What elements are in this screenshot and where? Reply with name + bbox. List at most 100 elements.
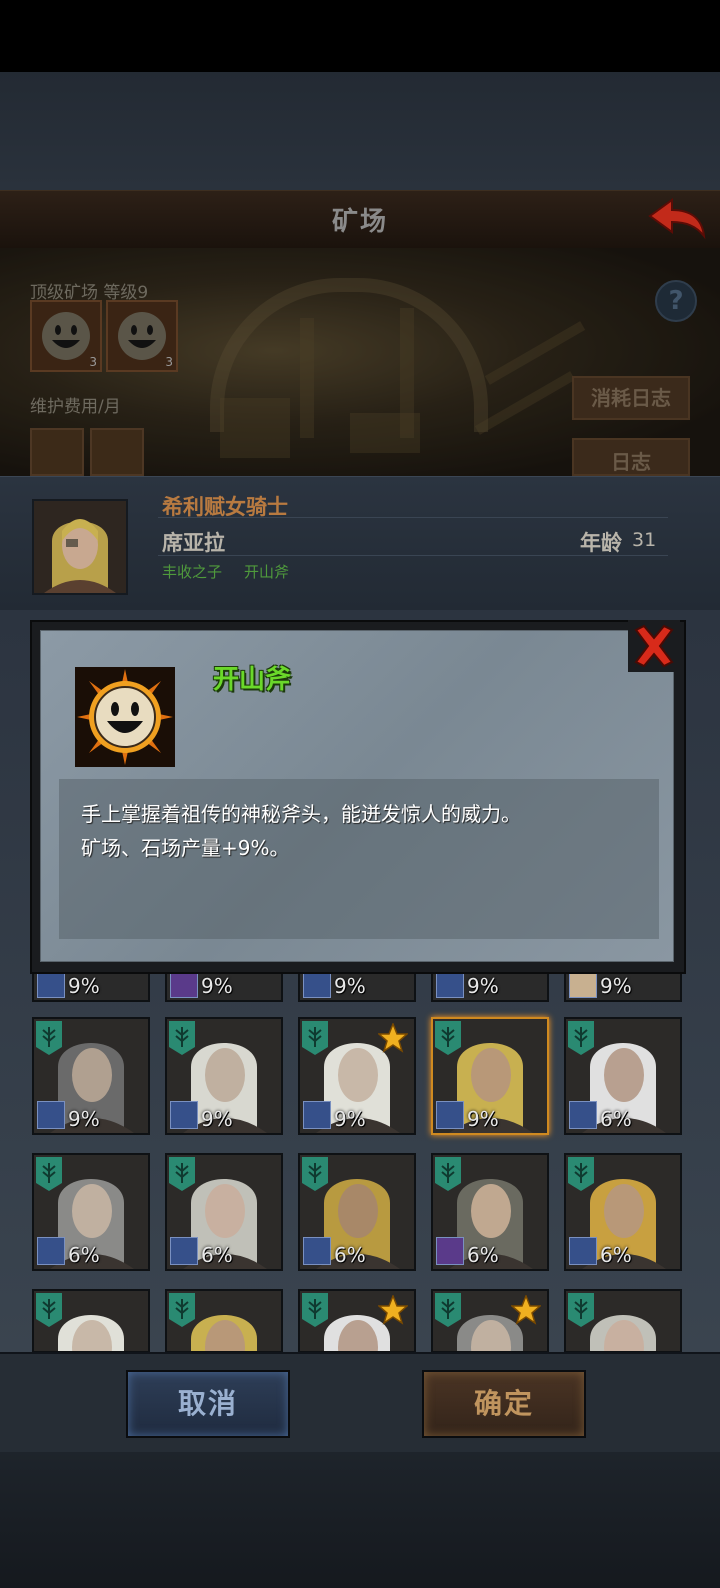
mine-bonus-badge[interactable]: 3 bbox=[106, 300, 178, 372]
backdrop bbox=[0, 72, 720, 190]
hero-age-label: 年龄 bbox=[580, 531, 622, 555]
sword-icon bbox=[303, 1101, 331, 1129]
leaf-badge-icon bbox=[302, 1021, 328, 1055]
hero-tile[interactable]: 6% bbox=[298, 1153, 416, 1271]
leaf-badge-icon bbox=[169, 1157, 195, 1191]
hero-age: 31 bbox=[632, 529, 657, 551]
cancel-button[interactable]: 取消 bbox=[126, 1370, 290, 1438]
sword-icon bbox=[436, 970, 464, 998]
sword-icon bbox=[303, 1237, 331, 1265]
leaf-badge-icon bbox=[302, 1293, 328, 1327]
skill-description-line: 矿场、石场产量+9%。 bbox=[81, 836, 290, 860]
hero-tile[interactable] bbox=[564, 1289, 682, 1353]
bonus-percent: 6% bbox=[334, 1243, 366, 1267]
sword-icon bbox=[569, 970, 597, 998]
sword-icon bbox=[37, 1237, 65, 1265]
sword-icon bbox=[569, 1237, 597, 1265]
hero-tile[interactable]: 6% bbox=[564, 1153, 682, 1271]
leaf-badge-icon bbox=[435, 1293, 461, 1327]
hero-name: 席亚拉 bbox=[162, 531, 225, 555]
leaf-badge-icon bbox=[435, 1021, 461, 1055]
hero-tile[interactable]: 6% bbox=[32, 1153, 150, 1271]
sword-icon bbox=[303, 970, 331, 998]
bonus-percent: 9% bbox=[467, 974, 499, 998]
hero-trait[interactable]: 丰收之子 bbox=[162, 561, 222, 582]
skill-smiley-icon bbox=[75, 667, 175, 767]
bonus-percent: 9% bbox=[201, 1107, 233, 1131]
leaf-badge-icon bbox=[568, 1293, 594, 1327]
hero-tile[interactable]: 9% bbox=[431, 1017, 549, 1135]
close-icon[interactable] bbox=[628, 620, 680, 672]
hero-tile[interactable]: 9% bbox=[165, 1017, 283, 1135]
leaf-badge-icon bbox=[169, 1293, 195, 1327]
hero-tile[interactable]: 9% bbox=[298, 1017, 416, 1135]
leaf-badge-icon bbox=[36, 1157, 62, 1191]
bonus-percent: 6% bbox=[600, 1107, 632, 1131]
leaf-badge-icon bbox=[36, 1293, 62, 1327]
smiley-icon bbox=[118, 312, 166, 360]
hero-portrait bbox=[32, 499, 128, 595]
bonus-percent: 9% bbox=[68, 974, 100, 998]
bonus-percent: 9% bbox=[201, 974, 233, 998]
backdrop-bottom bbox=[0, 1452, 720, 1588]
bonus-percent: 6% bbox=[600, 1243, 632, 1267]
skill-dialog: 开山斧 手上掌握着祖传的神秘斧头，能迸发惊人的威力。 矿场、石场产量+9%。 bbox=[30, 620, 686, 974]
dialog-panel: 开山斧 手上掌握着祖传的神秘斧头，能迸发惊人的威力。 矿场、石场产量+9%。 bbox=[40, 630, 674, 962]
divider bbox=[158, 517, 668, 518]
sword-icon bbox=[170, 970, 198, 998]
page-title: 矿场 bbox=[331, 207, 388, 237]
hero-tile[interactable]: 6% bbox=[564, 1017, 682, 1135]
hero-tile[interactable]: 6% bbox=[165, 1153, 283, 1271]
mine-bonus-badge[interactable]: 3 bbox=[30, 300, 102, 372]
leaf-badge-icon bbox=[36, 1021, 62, 1055]
bonus-percent: 9% bbox=[68, 1107, 100, 1131]
bonus-percent: 9% bbox=[600, 974, 632, 998]
bonus-percent: 9% bbox=[334, 1107, 366, 1131]
leaf-badge-icon bbox=[302, 1157, 328, 1191]
confirm-button[interactable]: 确定 bbox=[422, 1370, 586, 1438]
leaf-badge-icon bbox=[169, 1021, 195, 1055]
resource-icon bbox=[30, 428, 84, 476]
back-arrow-icon[interactable] bbox=[646, 196, 706, 240]
badge-count: 3 bbox=[89, 355, 97, 369]
skill-name: 开山斧 bbox=[213, 665, 292, 695]
skill-description-box: 手上掌握着祖传的神秘斧头，能迸发惊人的威力。 矿场、石场产量+9%。 bbox=[59, 779, 659, 939]
upkeep-label: 维护费用/月 bbox=[30, 397, 121, 417]
star-icon bbox=[378, 1295, 408, 1325]
sword-icon bbox=[436, 1101, 464, 1129]
leaf-badge-icon bbox=[568, 1157, 594, 1191]
status-bar bbox=[0, 0, 720, 72]
star-icon bbox=[511, 1295, 541, 1325]
hero-tile[interactable] bbox=[298, 1289, 416, 1353]
hero-tile[interactable]: 9% bbox=[32, 1017, 150, 1135]
bonus-percent: 9% bbox=[334, 974, 366, 998]
hero-tile[interactable] bbox=[32, 1289, 150, 1353]
hero-tile[interactable] bbox=[165, 1289, 283, 1353]
divider bbox=[158, 555, 668, 556]
bonus-percent: 9% bbox=[467, 1107, 499, 1131]
hero-trait[interactable]: 开山斧 bbox=[244, 561, 289, 582]
skill-description: 手上掌握着祖传的神秘斧头，能迸发惊人的威力。 矿场、石场产量+9%。 bbox=[81, 797, 651, 865]
consume-log-button[interactable]: 消耗日志 bbox=[572, 376, 690, 420]
leaf-badge-icon bbox=[435, 1157, 461, 1191]
sword-icon bbox=[37, 1101, 65, 1129]
sword-icon bbox=[37, 970, 65, 998]
help-button[interactable]: ? bbox=[655, 280, 697, 322]
hero-tile[interactable] bbox=[431, 1289, 549, 1353]
hero-tile[interactable]: 6% bbox=[431, 1153, 549, 1271]
bonus-percent: 6% bbox=[467, 1243, 499, 1267]
sword-icon bbox=[170, 1101, 198, 1129]
star-icon bbox=[378, 1023, 408, 1053]
skill-description-line: 手上掌握着祖传的神秘斧头，能迸发惊人的威力。 bbox=[81, 802, 521, 826]
sword-icon bbox=[569, 1101, 597, 1129]
sword-icon bbox=[170, 1237, 198, 1265]
badge-count: 3 bbox=[165, 355, 173, 369]
bonus-percent: 6% bbox=[201, 1243, 233, 1267]
log-button[interactable]: 日志 bbox=[572, 438, 690, 476]
resource-icon bbox=[90, 428, 144, 476]
footer-bar bbox=[0, 1352, 720, 1454]
hero-card: 希利赋女骑士 席亚拉 年龄 31 丰收之子 开山斧 bbox=[0, 476, 720, 611]
title-bar: 矿场 bbox=[0, 190, 720, 249]
smiley-icon bbox=[42, 312, 90, 360]
bonus-percent: 6% bbox=[68, 1243, 100, 1267]
